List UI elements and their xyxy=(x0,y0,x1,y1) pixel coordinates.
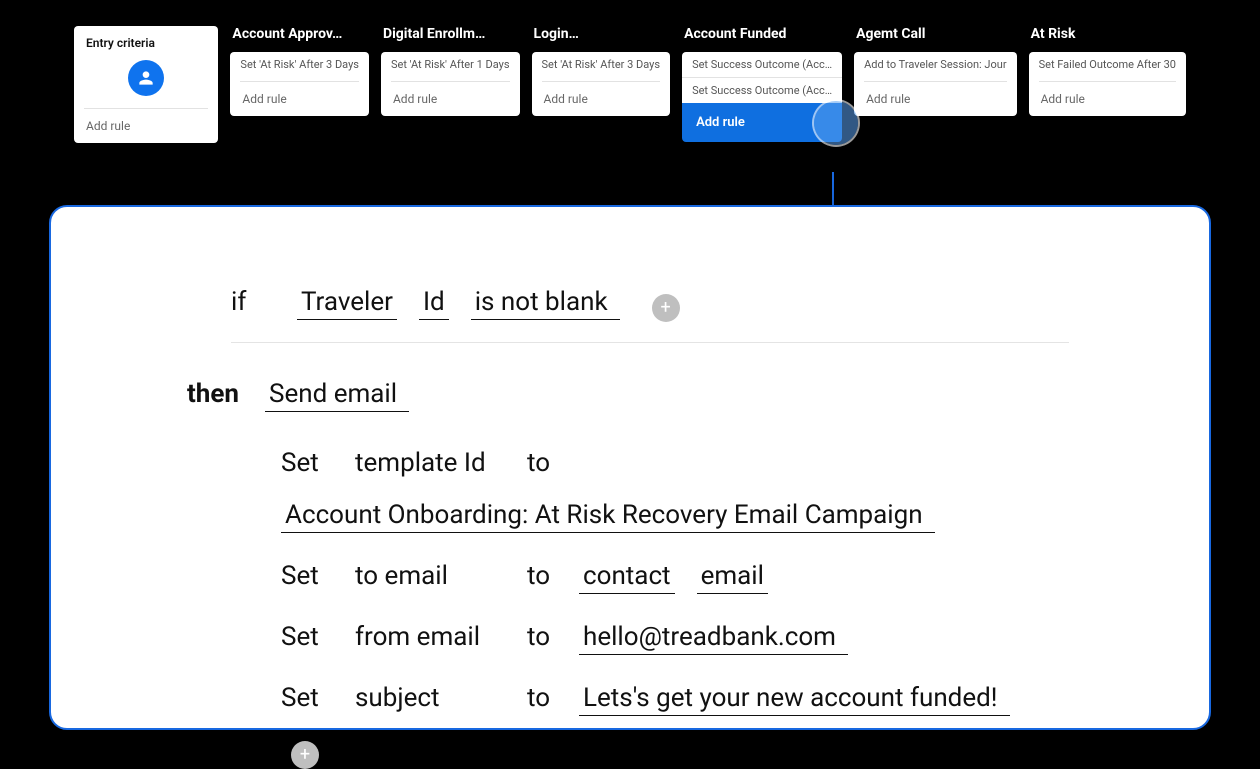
set-value[interactable]: Account Onboarding: At Risk Recovery Ema… xyxy=(281,500,935,533)
set-value[interactable]: hello@treadbank.com xyxy=(579,622,848,655)
stage-col-1: Digital Enrollm… Set 'At Risk' After 1 D… xyxy=(381,26,520,116)
add-set-row-icon[interactable]: + xyxy=(291,741,319,769)
set-row-from-email: Set from email to hello@treadbank.com xyxy=(281,622,1069,655)
stage-title[interactable]: Agemt Call xyxy=(854,26,1017,52)
condition-operator[interactable]: is not blank xyxy=(471,287,620,320)
keyword-to: to xyxy=(527,561,557,591)
person-icon xyxy=(128,60,164,96)
stage-card[interactable]: Set 'At Risk' After 3 Days Add rule xyxy=(230,52,369,116)
set-value-token[interactable]: contact xyxy=(579,561,675,594)
stage-title[interactable]: Account Funded xyxy=(682,26,842,52)
set-field-label[interactable]: template Id xyxy=(355,448,505,478)
stage-title[interactable]: Account Approv… xyxy=(230,26,369,52)
rule-chip[interactable]: Set 'At Risk' After 3 Days xyxy=(230,52,369,77)
rule-chip[interactable]: Set Success Outcome (Acc… xyxy=(682,52,842,77)
stage-card[interactable]: Set 'At Risk' After 1 Days Add rule xyxy=(381,52,520,116)
keyword-then: then xyxy=(187,379,243,409)
keyword-if: if xyxy=(231,287,275,317)
stage-title[interactable]: Digital Enrollm… xyxy=(381,26,520,52)
keyword-set: Set xyxy=(281,561,333,591)
set-field-label[interactable]: from email xyxy=(355,622,505,652)
add-rule-link[interactable]: Add rule xyxy=(532,82,671,116)
connector-line xyxy=(832,172,834,207)
stage-card[interactable]: Set Failed Outcome After 30 Add rule xyxy=(1029,52,1186,116)
keyword-set: Set xyxy=(281,622,333,652)
set-value[interactable]: Lets's get your new account funded! xyxy=(579,683,1010,716)
entry-criteria-card[interactable]: Entry criteria Add rule xyxy=(74,26,218,143)
keyword-set: Set xyxy=(281,448,333,478)
rule-editor-panel: if Traveler Id is not blank + then Send … xyxy=(49,205,1211,730)
stage-card[interactable]: Set Success Outcome (Acc… Set Success Ou… xyxy=(682,52,842,103)
stage-title[interactable]: At Risk xyxy=(1029,26,1186,52)
add-rule-button-label: Add rule xyxy=(696,115,745,130)
if-clause: if Traveler Id is not blank + xyxy=(231,287,1069,343)
set-field-label[interactable]: subject xyxy=(355,683,505,713)
set-row-template: Set template Id to Account Onboarding: A… xyxy=(281,448,1069,533)
rule-chip[interactable]: Set 'At Risk' After 1 Days xyxy=(381,52,520,77)
stage-col-0: Account Approv… Set 'At Risk' After 3 Da… xyxy=(230,26,369,116)
stage-col-2: Login… Set 'At Risk' After 3 Days Add ru… xyxy=(532,26,671,116)
set-field-label[interactable]: to email xyxy=(355,561,505,591)
add-rule-button[interactable]: Add rule xyxy=(682,103,842,142)
add-condition-icon[interactable]: + xyxy=(652,294,680,322)
add-rule-link[interactable]: Add rule xyxy=(1029,82,1186,116)
entry-icon-wrap xyxy=(74,56,218,104)
rule-chip[interactable]: Set Failed Outcome After 30 xyxy=(1029,52,1186,77)
set-row-subject: Set subject to Lets's get your new accou… xyxy=(281,683,1069,766)
set-row-to-email: Set to email to contact email xyxy=(281,561,1069,594)
selection-marker-icon xyxy=(814,101,858,145)
set-value-token[interactable]: email xyxy=(697,561,768,594)
condition-entity[interactable]: Traveler xyxy=(297,287,397,320)
add-rule-link[interactable]: Add rule xyxy=(854,82,1017,116)
stages-row: Entry criteria Add rule Account Approv… … xyxy=(0,0,1260,143)
stage-card[interactable]: Set 'At Risk' After 3 Days Add rule xyxy=(532,52,671,116)
condition-field[interactable]: Id xyxy=(419,287,449,320)
keyword-set: Set xyxy=(281,683,333,713)
stage-card[interactable]: Add to Traveler Session: Jour Add rule xyxy=(854,52,1017,116)
then-clause: then Send email xyxy=(231,379,1069,412)
stage-title[interactable]: Login… xyxy=(532,26,671,52)
action-label[interactable]: Send email xyxy=(265,379,409,412)
keyword-to: to xyxy=(527,622,557,652)
rule-chip[interactable]: Add to Traveler Session: Jour xyxy=(854,52,1017,77)
stage-col-3-selected: Account Funded Set Success Outcome (Acc…… xyxy=(682,26,842,142)
stage-col-4: Agemt Call Add to Traveler Session: Jour… xyxy=(854,26,1017,116)
keyword-to: to xyxy=(527,448,557,478)
rule-chip[interactable]: Set Success Outcome (Acc… xyxy=(682,77,842,103)
stage-col-5: At Risk Set Failed Outcome After 30 Add … xyxy=(1029,26,1186,116)
rule-chip[interactable]: Set 'At Risk' After 3 Days xyxy=(532,52,671,77)
keyword-to: to xyxy=(527,683,557,713)
add-rule-link[interactable]: Add rule xyxy=(230,82,369,116)
add-rule-link[interactable]: Add rule xyxy=(74,109,218,143)
entry-criteria-title: Entry criteria xyxy=(74,26,218,56)
add-rule-link[interactable]: Add rule xyxy=(381,82,520,116)
